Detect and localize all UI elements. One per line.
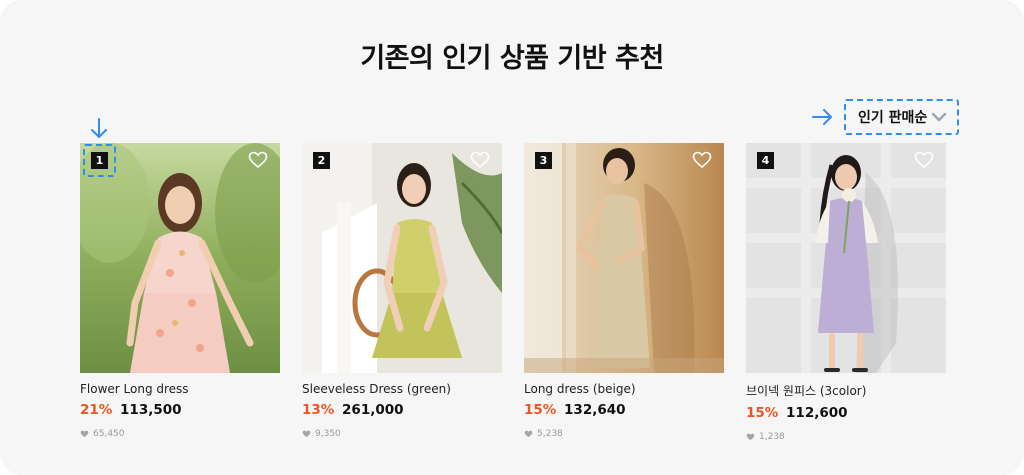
chevron-down-icon [932, 112, 947, 122]
sort-label: 인기 판매순 [858, 110, 928, 126]
arrow-down-icon [91, 118, 107, 138]
product-name[interactable]: Sleeveless Dress (green) [302, 382, 502, 396]
likes-count: 5,238 [524, 429, 724, 439]
product-image[interactable]: 4 [746, 143, 946, 373]
rank-badge: 3 [535, 152, 552, 169]
product-photo [524, 143, 724, 373]
rank-badge: 1 [91, 152, 108, 169]
product-name[interactable]: 브이넥 원피스 (3color) [746, 382, 946, 399]
discount-rate: 15% [524, 402, 557, 418]
product-card[interactable]: 2 Sleeveless Dress (green) 13% 261,000 9… [302, 143, 502, 439]
product-name[interactable]: Flower Long dress [80, 382, 280, 396]
likes-value: 9,350 [315, 429, 341, 439]
likes-value: 1,238 [759, 432, 785, 442]
heart-small-icon [524, 430, 533, 438]
page-title: 기존의 인기 상품 기반 추천 [360, 43, 664, 74]
heart-small-icon [302, 430, 311, 438]
product-photo [80, 143, 280, 373]
likes-count: 9,350 [302, 429, 502, 439]
likes-value: 65,450 [93, 429, 125, 439]
product-price: 261,000 [342, 402, 404, 418]
product-card[interactable]: 4 브이넥 원피스 (3color) 15% 112,600 1,238 [746, 143, 946, 442]
product-photo [746, 143, 946, 373]
product-image[interactable]: 1 [80, 143, 280, 373]
arrow-right-icon [812, 109, 832, 125]
price-row: 13% 261,000 [302, 402, 502, 418]
recommendation-panel: 기존의 인기 상품 기반 추천 인기 판매순 1 Flower Long dre… [0, 0, 1024, 475]
product-image[interactable]: 2 [302, 143, 502, 373]
product-photo [302, 143, 502, 373]
sort-dropdown[interactable]: 인기 판매순 [844, 99, 960, 135]
heart-icon[interactable] [692, 151, 712, 169]
likes-count: 1,238 [746, 432, 946, 442]
product-card[interactable]: 3 Long dress (beige) 15% 132,640 5,238 [524, 143, 724, 439]
heart-icon[interactable] [914, 151, 934, 169]
heart-small-icon [746, 433, 755, 441]
price-row: 15% 132,640 [524, 402, 724, 418]
product-card[interactable]: 1 Flower Long dress 21% 113,500 65,450 [80, 143, 280, 439]
heart-icon[interactable] [470, 151, 490, 169]
likes-count: 65,450 [80, 429, 280, 439]
discount-rate: 15% [746, 405, 779, 421]
discount-rate: 21% [80, 402, 113, 418]
rank-badge: 4 [757, 152, 774, 169]
heart-icon[interactable] [248, 151, 268, 169]
discount-rate: 13% [302, 402, 335, 418]
product-price: 113,500 [120, 402, 182, 418]
product-image[interactable]: 3 [524, 143, 724, 373]
product-price: 132,640 [564, 402, 626, 418]
heart-small-icon [80, 430, 89, 438]
rank-badge: 2 [313, 152, 330, 169]
price-row: 21% 113,500 [80, 402, 280, 418]
sort-area: 인기 판매순 [812, 99, 960, 135]
product-price: 112,600 [786, 405, 848, 421]
likes-value: 5,238 [537, 429, 563, 439]
product-name[interactable]: Long dress (beige) [524, 382, 724, 396]
price-row: 15% 112,600 [746, 405, 946, 421]
